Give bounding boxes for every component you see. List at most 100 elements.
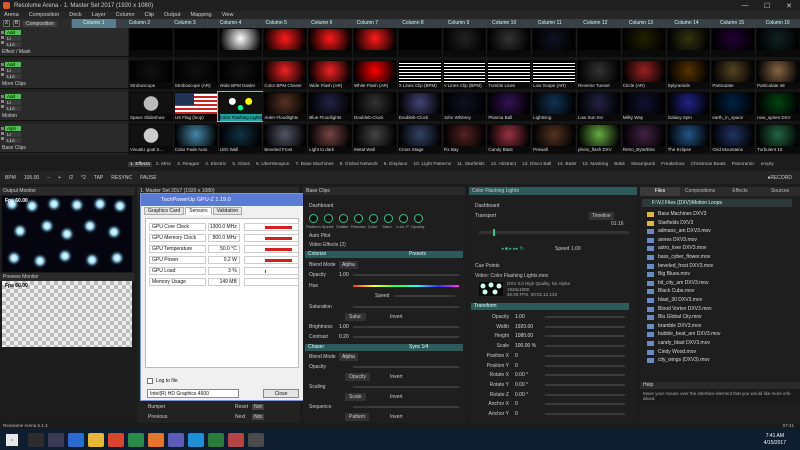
dashboard-header[interactable]: Dashboard bbox=[305, 202, 463, 210]
deck-tab[interactable]: Freakshow bbox=[659, 162, 686, 167]
transform-param-row[interactable]: Position X 0 bbox=[471, 352, 629, 360]
knob-scatter[interactable] bbox=[339, 214, 348, 223]
menu-mapping[interactable]: Mapping bbox=[191, 12, 212, 18]
clip-slot[interactable]: Reverse Tunnel bbox=[575, 60, 621, 89]
powerpoint-icon[interactable] bbox=[228, 432, 244, 447]
files-path[interactable]: F:\VJ Files (DXV)\Motion Loops bbox=[642, 199, 792, 207]
deck-tab[interactable]: 6. UberWeapon bbox=[254, 162, 292, 167]
layer-l1a-button[interactable]: L1A bbox=[5, 106, 21, 111]
layer-l1a-button[interactable]: L1A bbox=[5, 74, 21, 79]
file-item[interactable]: Black Cube.mov bbox=[644, 288, 794, 296]
record-button[interactable]: ●RECORD bbox=[767, 175, 792, 181]
clip-slot[interactable] bbox=[172, 28, 218, 57]
cue-points-row[interactable]: Cue Points bbox=[471, 262, 629, 270]
clip-slot[interactable]: Metal Wall bbox=[351, 124, 397, 153]
bpm-value[interactable]: 105.00 bbox=[24, 175, 39, 181]
file-item[interactable]: Blood Vortex DXV3.mov bbox=[644, 306, 794, 314]
clip-slot[interactable]: Color BPM Chaser bbox=[262, 60, 308, 89]
bpm-times2-button[interactable]: *2 bbox=[81, 175, 86, 181]
saturation-mode-row[interactable]: Satur. Invert bbox=[305, 313, 463, 321]
clip-slot[interactable]: VisualU goal S... bbox=[128, 124, 173, 153]
clip-slot[interactable]: Doubleb-Clock bbox=[396, 92, 442, 121]
clip-slot[interactable]: Low Scape (AR) bbox=[531, 60, 576, 89]
timeline-track[interactable] bbox=[479, 229, 629, 236]
clip-slot[interactable] bbox=[441, 28, 487, 57]
deck-tab[interactable]: Panoramic bbox=[730, 162, 757, 167]
clip-slot[interactable]: Color Fade Auto bbox=[172, 124, 218, 153]
outlook-icon[interactable] bbox=[188, 432, 204, 447]
resolume-icon[interactable] bbox=[148, 432, 164, 447]
transform-param-row[interactable]: Opacity 1.00 bbox=[471, 313, 629, 321]
param-value[interactable]: 0 bbox=[515, 400, 518, 408]
param-value[interactable]: 0.00 ° bbox=[515, 391, 528, 399]
clip-slot[interactable]: Stroboscope (AR) bbox=[172, 60, 218, 89]
layer-header[interactable]: Add Lt L1A Motion bbox=[0, 92, 128, 121]
knob-opacity[interactable] bbox=[414, 214, 423, 223]
clip-slot[interactable]: Tumble Lines bbox=[486, 60, 532, 89]
close-icon[interactable]: ✕ bbox=[778, 2, 800, 10]
deck-tab[interactable]: 4. Electric bbox=[203, 162, 228, 167]
clip-slot[interactable]: earth_in_space bbox=[710, 92, 756, 121]
clip-slot[interactable] bbox=[710, 28, 756, 57]
knob-lum[interactable] bbox=[399, 214, 408, 223]
layer-l1a-button[interactable]: L1A bbox=[5, 42, 21, 47]
file-item[interactable]: annes DXV3.mov bbox=[644, 237, 794, 245]
taskbar-clock[interactable]: 7:41 AM 4/15/2017 bbox=[764, 433, 786, 447]
file-item[interactable]: Bass Machines DXV3 bbox=[644, 211, 794, 219]
clip-slot[interactable]: photo_flash DXV bbox=[575, 124, 621, 153]
blend-mode-row[interactable]: Blend Mode Alpha bbox=[305, 261, 463, 269]
tab-effects[interactable]: Effects bbox=[720, 187, 760, 196]
chaser-opacity-mode-row[interactable]: Opacity Invert bbox=[305, 373, 463, 381]
clip-slot[interactable]: Circle (AR) bbox=[620, 60, 666, 89]
windows-start-icon[interactable] bbox=[6, 433, 18, 446]
file-item[interactable]: candy_blast DXV3.mov bbox=[644, 340, 794, 348]
file-item[interactable]: blast_30 DXV3.mov bbox=[644, 297, 794, 305]
knob-release[interactable] bbox=[354, 214, 363, 223]
clip-slot[interactable] bbox=[531, 28, 576, 57]
menu-column[interactable]: Column bbox=[116, 12, 135, 18]
layer-lt-button[interactable]: Lt bbox=[5, 68, 21, 73]
param-value[interactable]: 1080.00 bbox=[515, 332, 533, 340]
param-value[interactable]: 0 bbox=[515, 352, 518, 360]
clip-slot[interactable]: Plasma Ball bbox=[486, 92, 532, 121]
clear-button[interactable]: X bbox=[3, 20, 10, 27]
param-value[interactable]: 0.00 ° bbox=[515, 371, 528, 379]
minimize-icon[interactable]: — bbox=[734, 2, 756, 10]
clip-slot[interactable]: Candy Blast bbox=[486, 124, 532, 153]
param-value[interactable]: 0 bbox=[515, 362, 518, 370]
column-header[interactable]: Column 5 bbox=[252, 19, 299, 28]
brightness-row[interactable]: Brightness 1.00 bbox=[305, 323, 463, 331]
deck-tab[interactable]: Christmas Beats bbox=[689, 162, 728, 167]
deck-tab[interactable]: empty bbox=[759, 162, 776, 167]
column-header[interactable]: Column 16 bbox=[754, 19, 800, 28]
clip-slot[interactable]: Milky Way bbox=[620, 92, 666, 121]
transport-header[interactable]: Transport Timeline bbox=[471, 212, 629, 220]
deck-tab[interactable]: 11. Starfields bbox=[455, 162, 487, 167]
clip-slot[interactable]: Low Sun Inn bbox=[575, 92, 621, 121]
gpuz-adapter-select[interactable]: Intel(R) HD Graphics 4600 bbox=[147, 389, 239, 398]
playback-controls[interactable]: ◂ ■ ▸ ▸▸ ↻ Speed 1.00 bbox=[471, 245, 629, 253]
deck-tab[interactable]: 15. Masking bbox=[580, 162, 610, 167]
transform-param-row[interactable]: Scale 100.00 % bbox=[471, 342, 629, 350]
column-header[interactable]: Column 10 bbox=[480, 19, 527, 28]
chrome-icon[interactable] bbox=[108, 432, 124, 447]
menu-output[interactable]: Output bbox=[164, 12, 181, 18]
clip-slot[interactable] bbox=[396, 28, 442, 57]
gpuz-tab-validation[interactable]: Validation bbox=[212, 207, 243, 215]
knob-platform[interactable] bbox=[309, 214, 318, 223]
scaling-mode-row[interactable]: Scale Invert bbox=[305, 393, 463, 401]
deck-tab[interactable]: 10. Light Patterns bbox=[411, 162, 453, 167]
deck-tab[interactable]: 9. Displace bbox=[382, 162, 410, 167]
search-icon[interactable] bbox=[28, 432, 44, 447]
timeline-mode[interactable]: Timeline bbox=[589, 212, 614, 220]
opacity-row[interactable]: Opacity 1.00 bbox=[305, 271, 463, 279]
file-item[interactable]: bit_city_am DXV3.mov bbox=[644, 280, 794, 288]
colorize-section[interactable]: Colorize Presets bbox=[305, 251, 463, 258]
chaser-sync[interactable]: Sync 1/4 bbox=[409, 344, 428, 351]
clip-slot[interactable]: Wide BPM Dasler bbox=[217, 60, 263, 89]
column-header[interactable]: Column 12 bbox=[572, 19, 618, 28]
deck-tab[interactable]: 13. Disco Ball bbox=[520, 162, 553, 167]
gpuz-tab-graphics-card[interactable]: Graphics Card bbox=[144, 207, 185, 215]
clip-slot[interactable] bbox=[217, 28, 263, 57]
colorize-presets[interactable]: Presets bbox=[409, 251, 426, 258]
